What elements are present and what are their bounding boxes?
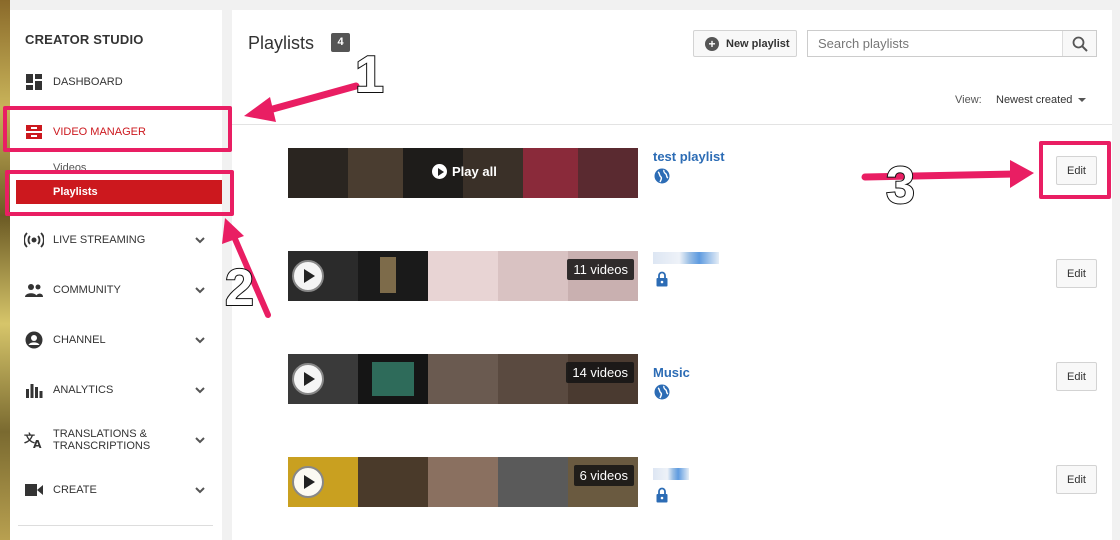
video-manager-icon bbox=[24, 122, 44, 142]
video-count-badge: 11 videos bbox=[567, 259, 634, 280]
sidebar-item-label: TRANSLATIONS & TRANSCRIPTIONS bbox=[53, 428, 151, 452]
sidebar: CREATOR STUDIO DASHBOARD VIDEO MANAGER V… bbox=[10, 10, 222, 540]
dashboard-icon bbox=[24, 72, 44, 92]
globe-icon bbox=[654, 168, 670, 184]
search-icon bbox=[1072, 36, 1088, 52]
play-icon[interactable] bbox=[292, 260, 324, 292]
chevron-down-icon[interactable] bbox=[193, 333, 207, 347]
playlist-title-link[interactable]: test playlist bbox=[653, 149, 725, 164]
play-all-overlay[interactable]: Play all bbox=[432, 164, 497, 179]
playlist-row: 14 videos Music Edit bbox=[232, 341, 1112, 441]
new-playlist-button[interactable]: + New playlist bbox=[693, 30, 797, 57]
play-icon[interactable] bbox=[292, 363, 324, 395]
sidebar-title: CREATOR STUDIO bbox=[25, 32, 144, 47]
sidebar-item-label: LIVE STREAMING bbox=[53, 234, 146, 246]
sidebar-item-channel[interactable]: CHANNEL bbox=[10, 320, 222, 360]
background-strip bbox=[0, 0, 10, 540]
translate-icon: 文A bbox=[24, 430, 44, 450]
redacted-playlist-title bbox=[653, 468, 689, 480]
sidebar-item-community[interactable]: COMMUNITY bbox=[10, 270, 222, 310]
sidebar-item-analytics[interactable]: ANALYTICS bbox=[10, 370, 222, 410]
playlist-thumbnail[interactable]: Play all bbox=[288, 148, 638, 198]
sidebar-item-label: CREATE bbox=[53, 484, 97, 496]
sidebar-item-dashboard[interactable]: DASHBOARD bbox=[10, 62, 222, 102]
analytics-icon bbox=[24, 380, 44, 400]
sidebar-item-label: ANALYTICS bbox=[53, 384, 114, 396]
playlist-thumbnail[interactable]: 11 videos bbox=[288, 251, 638, 301]
play-icon bbox=[432, 164, 447, 179]
plus-icon: + bbox=[705, 36, 719, 51]
sidebar-subitem-videos[interactable]: Videos bbox=[10, 156, 222, 180]
channel-icon bbox=[24, 330, 44, 350]
edit-button[interactable]: Edit bbox=[1056, 362, 1097, 391]
svg-text:A: A bbox=[33, 438, 42, 449]
play-icon[interactable] bbox=[292, 466, 324, 498]
globe-icon bbox=[654, 384, 670, 400]
sidebar-item-label: VIDEO MANAGER bbox=[53, 126, 146, 138]
chevron-down-icon[interactable] bbox=[193, 433, 207, 447]
sidebar-item-create[interactable]: CREATE bbox=[10, 470, 222, 510]
live-streaming-icon bbox=[24, 230, 44, 250]
create-icon bbox=[24, 480, 44, 500]
view-label: View: bbox=[955, 94, 982, 106]
chevron-down-icon[interactable] bbox=[193, 283, 207, 297]
search-input[interactable] bbox=[808, 31, 1064, 56]
main-panel: Playlists 4 + New playlist View: Newest … bbox=[232, 10, 1112, 540]
video-count-badge: 6 videos bbox=[573, 465, 634, 486]
playlist-thumbnail[interactable]: 6 videos bbox=[288, 457, 638, 507]
playlist-row: Play all test playlist Edit bbox=[232, 135, 1112, 235]
edit-button[interactable]: Edit bbox=[1056, 156, 1097, 185]
caret-down-icon bbox=[1078, 98, 1087, 102]
chevron-down-icon[interactable] bbox=[193, 233, 207, 247]
page-title: Playlists bbox=[248, 33, 315, 53]
sidebar-item-label: COMMUNITY bbox=[53, 284, 121, 296]
community-icon bbox=[24, 280, 44, 300]
playlist-row: 11 videos Edit bbox=[232, 238, 1112, 338]
chevron-down-icon[interactable] bbox=[193, 383, 207, 397]
sidebar-item-live-streaming[interactable]: LIVE STREAMING bbox=[10, 220, 222, 260]
chevron-down-icon[interactable] bbox=[193, 483, 207, 497]
edit-button[interactable]: Edit bbox=[1056, 465, 1097, 494]
lock-icon bbox=[656, 271, 668, 287]
playlist-thumbnail[interactable]: 14 videos bbox=[288, 354, 638, 404]
playlist-row: 6 videos Edit bbox=[232, 444, 1112, 540]
sidebar-item-translations[interactable]: 文A TRANSLATIONS & TRANSCRIPTIONS bbox=[10, 420, 222, 460]
sidebar-subitem-label: Videos bbox=[53, 162, 87, 174]
redacted-playlist-title bbox=[653, 252, 719, 264]
sidebar-item-label: DASHBOARD bbox=[53, 76, 123, 88]
view-sort-dropdown[interactable]: Newest created bbox=[996, 94, 1087, 106]
sidebar-subitem-playlists[interactable]: Playlists bbox=[16, 180, 222, 204]
sidebar-item-video-manager[interactable]: VIDEO MANAGER bbox=[10, 112, 222, 152]
playlists-header: Playlists 4 + New playlist View: Newest … bbox=[232, 10, 1112, 125]
playlist-title-link[interactable]: Music bbox=[653, 365, 690, 380]
search-button[interactable] bbox=[1062, 31, 1096, 56]
sidebar-divider bbox=[18, 525, 213, 526]
sidebar-item-label: CHANNEL bbox=[53, 334, 106, 346]
lock-icon bbox=[656, 487, 668, 503]
sidebar-subitem-label: Playlists bbox=[53, 186, 98, 198]
video-count-badge: 14 videos bbox=[566, 362, 634, 383]
playlist-count-badge: 4 bbox=[331, 33, 350, 52]
edit-button[interactable]: Edit bbox=[1056, 259, 1097, 288]
search-box bbox=[807, 30, 1097, 57]
